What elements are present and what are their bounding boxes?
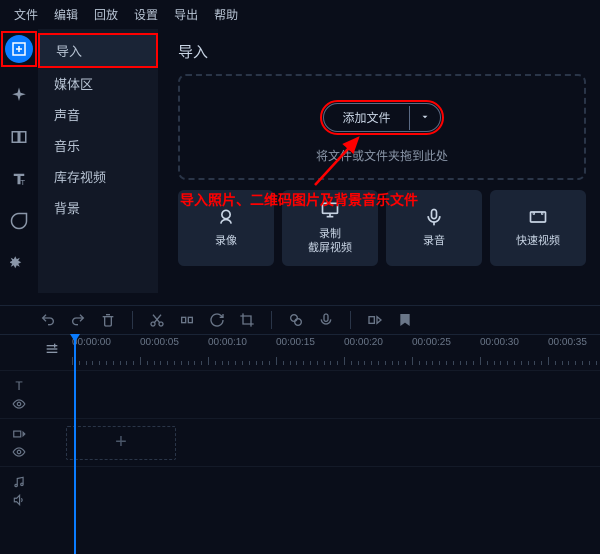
undo-icon[interactable] xyxy=(38,310,58,330)
eye-icon[interactable] xyxy=(12,445,26,459)
menu-edit[interactable]: 编辑 xyxy=(48,4,84,25)
video-track-icon xyxy=(12,427,26,441)
svg-text:T: T xyxy=(21,178,26,187)
content-panel: 导入 添加文件 将文件或文件夹拖到此处 录像 录制 截屏视频 xyxy=(158,29,600,293)
menu-playback[interactable]: 回放 xyxy=(88,4,124,25)
record-screen-label: 录制 截屏视频 xyxy=(308,227,352,256)
dropzone[interactable]: 添加文件 将文件或文件夹拖到此处 xyxy=(178,74,586,180)
track-settings-icon[interactable] xyxy=(38,335,66,363)
sticker-tool-icon[interactable] xyxy=(5,207,33,235)
add-file-dropdown-icon[interactable] xyxy=(409,106,440,130)
tick-label: 00:00:10 xyxy=(208,337,247,348)
menu-file[interactable]: 文件 xyxy=(8,4,44,25)
rotate-icon[interactable] xyxy=(207,310,227,330)
submenu-media[interactable]: 媒体区 xyxy=(38,68,158,99)
tick-label: 00:00:35 xyxy=(548,337,587,348)
tick-label: 00:00:15 xyxy=(276,337,315,348)
menu-settings[interactable]: 设置 xyxy=(128,4,164,25)
eye-icon[interactable] xyxy=(12,397,26,411)
tick-label: 00:00:30 xyxy=(480,337,519,348)
timeline-toolbar xyxy=(0,305,600,334)
text-track-icon: T xyxy=(15,379,22,393)
submenu: 导入 媒体区 声音 音乐 库存视频 背景 xyxy=(38,29,158,293)
color-adjust-icon[interactable] xyxy=(286,310,306,330)
transition-tool-icon[interactable] xyxy=(5,123,33,151)
import-tool-icon[interactable] xyxy=(5,35,33,63)
left-toolbar: T xyxy=(0,29,38,293)
timeline-ruler[interactable]: 00:00:0000:00:0500:00:1000:00:1500:00:20… xyxy=(0,334,600,370)
cut-icon[interactable] xyxy=(147,310,167,330)
plus-icon: + xyxy=(115,431,127,454)
record-camera-label: 录像 xyxy=(215,234,237,248)
volume-icon[interactable] xyxy=(12,493,26,507)
redo-icon[interactable] xyxy=(68,310,88,330)
annotation-text: 导入照片、二维码图片及背景音乐文件 xyxy=(180,190,418,210)
transition-icon[interactable] xyxy=(365,310,385,330)
tick-label: 00:00:05 xyxy=(140,337,179,348)
submenu-music[interactable]: 音乐 xyxy=(38,130,158,161)
audio-track-icon xyxy=(12,475,26,489)
tick-label: 00:00:20 xyxy=(344,337,383,348)
menu-help[interactable]: 帮助 xyxy=(208,4,244,25)
delete-icon[interactable] xyxy=(98,310,118,330)
timeline: 00:00:0000:00:0500:00:1000:00:1500:00:20… xyxy=(0,334,600,514)
filter-tool-icon[interactable] xyxy=(5,81,33,109)
quick-video-button[interactable]: 快速视频 xyxy=(490,190,586,266)
submenu-import[interactable]: 导入 xyxy=(40,35,156,66)
film-icon xyxy=(528,207,548,230)
split-icon[interactable] xyxy=(177,310,197,330)
submenu-background[interactable]: 背景 xyxy=(38,192,158,223)
playhead[interactable] xyxy=(74,334,76,554)
menu-export[interactable]: 导出 xyxy=(168,4,204,25)
add-file-label: 添加文件 xyxy=(324,104,408,131)
record-audio-label: 录音 xyxy=(423,234,445,248)
add-file-button[interactable]: 添加文件 xyxy=(323,103,440,132)
submenu-sound[interactable]: 声音 xyxy=(38,99,158,130)
annotation-arrow-icon xyxy=(310,130,370,190)
more-tools-icon[interactable] xyxy=(5,249,33,277)
submenu-stock-video[interactable]: 库存视频 xyxy=(38,161,158,192)
menubar: 文件 编辑 回放 设置 导出 帮助 xyxy=(0,0,600,29)
mic-icon xyxy=(424,207,444,230)
text-track: T xyxy=(0,370,600,418)
audio-track xyxy=(0,466,600,514)
content-title: 导入 xyxy=(178,41,586,62)
marker-icon[interactable] xyxy=(395,310,415,330)
tick-label: 00:00:25 xyxy=(412,337,451,348)
record-icon[interactable] xyxy=(316,310,336,330)
video-track: + xyxy=(0,418,600,466)
add-clip-placeholder[interactable]: + xyxy=(66,426,176,460)
camera-icon xyxy=(216,207,236,230)
quick-video-label: 快速视频 xyxy=(516,234,560,248)
text-tool-icon[interactable]: T xyxy=(5,165,33,193)
crop-icon[interactable] xyxy=(237,310,257,330)
